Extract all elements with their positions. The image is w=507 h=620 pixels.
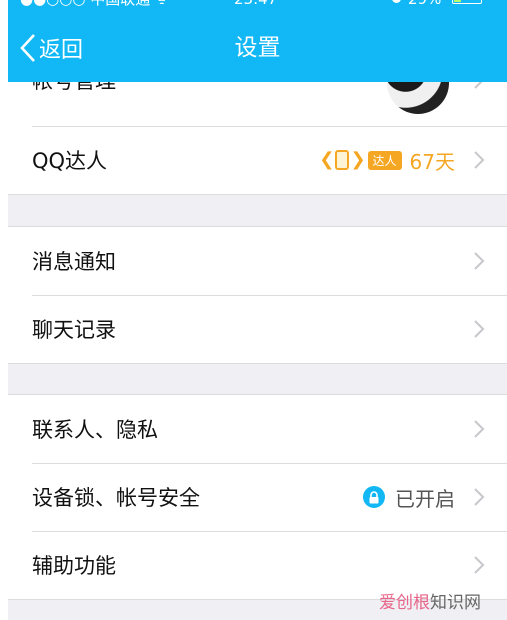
chevron-right-icon [474,320,485,338]
contacts-privacy-label: 联系人、隐私 [32,418,158,442]
device-lock-info: 已开启 [363,483,455,512]
watermark-gray: 知识网 [430,593,481,613]
device-lock-status: 已开启 [395,486,455,511]
watermark: 爱创根知识网 [379,588,481,613]
device-lock-label: 设备锁、帐号安全 [32,486,200,510]
notifications-row[interactable]: 消息通知 [8,227,507,295]
accessibility-label: 辅助功能 [32,554,116,578]
navigation-bar: ●●○○○ 中国联通 ᯤ 23:47 29% 返回 设置 [8,0,507,82]
qq-daren-info: ❮ ❯ 达人 67天 [319,146,455,175]
carrier-label: ●●○○○ 中国联通 ᯤ [20,0,169,9]
phone-icon [335,150,350,170]
chat-history-row[interactable]: 聊天记录 [8,295,507,363]
clock: 23:47 [234,0,277,9]
qq-daren-row[interactable]: QQ达人 ❮ ❯ 达人 67天 [8,126,507,194]
battery-icon [452,0,482,4]
notifications-label: 消息通知 [32,250,116,274]
alarm-icon [392,0,401,3]
wing-right-icon: ❯ [350,149,366,170]
settings-screen: 帐号管理 QQ达人 ❮ ❯ 达人 67天 消息通知 聊天记录 [8,0,507,620]
lock-icon [363,486,385,508]
chevron-right-icon [474,420,485,438]
device-lock-row[interactable]: 设备锁、帐号安全 已开启 [8,463,507,531]
chevron-right-icon [474,151,485,169]
status-bar: ●●○○○ 中国联通 ᯤ 23:47 29% [8,0,507,9]
battery-percent: 29% [408,0,441,9]
watermark-pink: 爱创根 [379,593,430,613]
daren-badge-icon: ❮ ❯ 达人 [319,149,402,170]
page-title: 设置 [234,35,281,61]
chevron-right-icon [474,556,485,574]
messages-group: 消息通知 聊天记录 [8,226,507,364]
wing-left-icon: ❮ [319,149,335,170]
qq-daren-label: QQ达人 [32,149,108,173]
chat-history-label: 聊天记录 [32,318,116,342]
chevron-right-icon [474,252,485,270]
chevron-right-icon [474,488,485,506]
privacy-group: 联系人、隐私 设备锁、帐号安全 已开启 辅助功能 [8,394,507,600]
daren-days: 67天 [409,149,455,174]
daren-badge: 达人 [367,150,402,170]
contacts-privacy-row[interactable]: 联系人、隐私 [8,395,507,463]
